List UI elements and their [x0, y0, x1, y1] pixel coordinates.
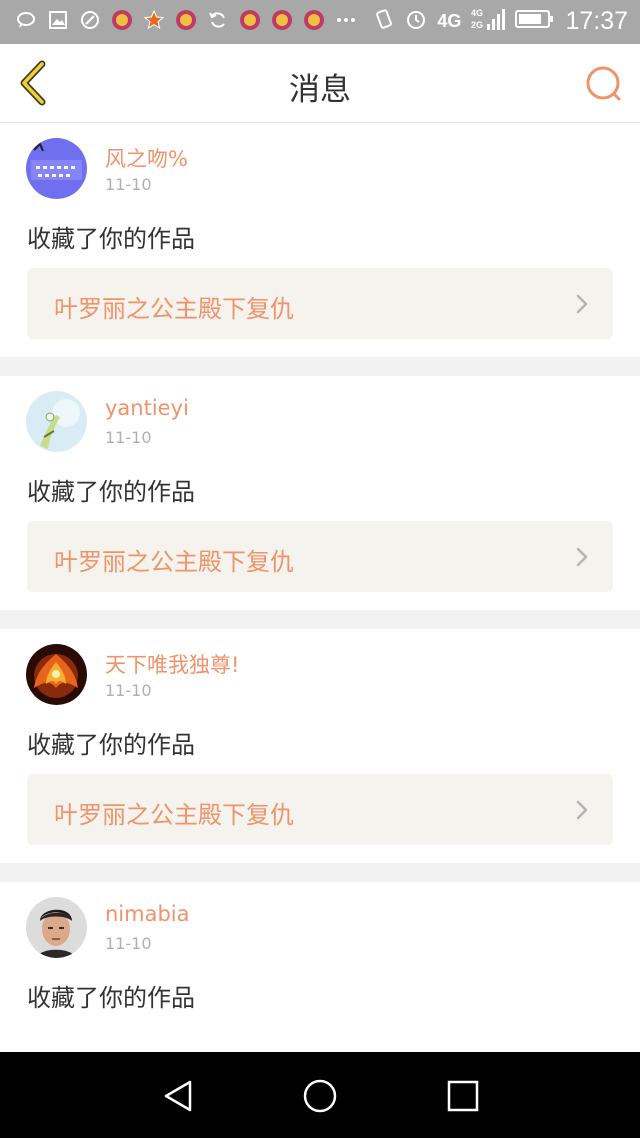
date-label: 11-10	[105, 428, 152, 447]
action-text: 收藏了你的作品	[27, 984, 195, 1012]
notification-list: 风之吻% 11-10 收藏了你的作品 叶罗丽之公主殿下复仇 yantieyi 1…	[0, 123, 640, 1135]
sync-icon	[206, 8, 229, 31]
work-title: 叶罗丽之公主殿下复仇	[54, 548, 294, 576]
app-header: 消息	[0, 44, 640, 123]
work-link-button[interactable]: 叶罗丽之公主殿下复仇	[27, 774, 613, 845]
notification-icons	[14, 8, 357, 31]
app-icon	[238, 8, 261, 31]
work-link-button[interactable]: 叶罗丽之公主殿下复仇	[27, 521, 613, 592]
clock: 17:37	[565, 6, 628, 35]
triangle-back-icon	[164, 1080, 192, 1112]
avatar[interactable]	[26, 391, 87, 452]
search-button[interactable]	[584, 64, 624, 104]
more-icon	[334, 8, 357, 31]
chat-icon	[14, 8, 37, 31]
app-icon	[110, 8, 133, 31]
action-text: 收藏了你的作品	[27, 731, 195, 759]
work-title: 叶罗丽之公主殿下复仇	[54, 801, 294, 829]
list-item: 天下唯我独尊! 11-10 收藏了你的作品 叶罗丽之公主殿下复仇	[0, 629, 640, 863]
action-text: 收藏了你的作品	[27, 478, 195, 506]
circle-home-icon	[303, 1079, 337, 1113]
app-icon	[174, 8, 197, 31]
signal-icon: 4G 2G	[471, 6, 506, 36]
svg-text:2G: 2G	[471, 20, 483, 30]
app-icon	[270, 8, 293, 31]
square-recent-icon	[447, 1080, 479, 1112]
search-icon	[586, 66, 621, 101]
chevron-right-icon	[576, 800, 588, 820]
page-title: 消息	[289, 72, 351, 108]
date-label: 11-10	[105, 175, 152, 194]
list-item: yantieyi 11-10 收藏了你的作品 叶罗丽之公主殿下复仇	[0, 376, 640, 610]
status-right: 4G 4G 2G 17:37	[373, 6, 628, 36]
username[interactable]: nimabia	[105, 902, 190, 926]
status-bar: 4G 4G 2G 17:37	[0, 0, 640, 44]
nav-home-button[interactable]	[300, 1076, 340, 1116]
chevron-right-icon	[576, 294, 588, 314]
alarm-icon	[405, 8, 427, 34]
username[interactable]: yantieyi	[105, 396, 189, 420]
gallery-icon	[46, 8, 69, 31]
nav-recent-button[interactable]	[443, 1076, 483, 1116]
chevron-right-icon	[576, 547, 588, 567]
date-label: 11-10	[105, 681, 152, 700]
avatar[interactable]	[26, 897, 87, 958]
username[interactable]: 风之吻%	[105, 143, 188, 173]
star-icon	[142, 8, 165, 31]
app-icon	[302, 8, 325, 31]
system-nav-bar	[0, 1052, 640, 1138]
svg-text:4G: 4G	[471, 8, 483, 18]
avatar[interactable]	[26, 138, 87, 199]
app-icon	[78, 8, 101, 31]
list-item: 风之吻% 11-10 收藏了你的作品 叶罗丽之公主殿下复仇	[0, 123, 640, 357]
battery-icon	[515, 8, 555, 34]
avatar[interactable]	[26, 644, 87, 705]
nav-back-button[interactable]	[158, 1076, 198, 1116]
network-type: 4G	[437, 10, 462, 31]
username[interactable]: 天下唯我独尊!	[105, 649, 239, 679]
work-title: 叶罗丽之公主殿下复仇	[54, 295, 294, 323]
work-link-button[interactable]: 叶罗丽之公主殿下复仇	[27, 268, 613, 339]
action-text: 收藏了你的作品	[27, 225, 195, 253]
date-label: 11-10	[105, 934, 152, 953]
vibrate-icon	[373, 8, 395, 34]
